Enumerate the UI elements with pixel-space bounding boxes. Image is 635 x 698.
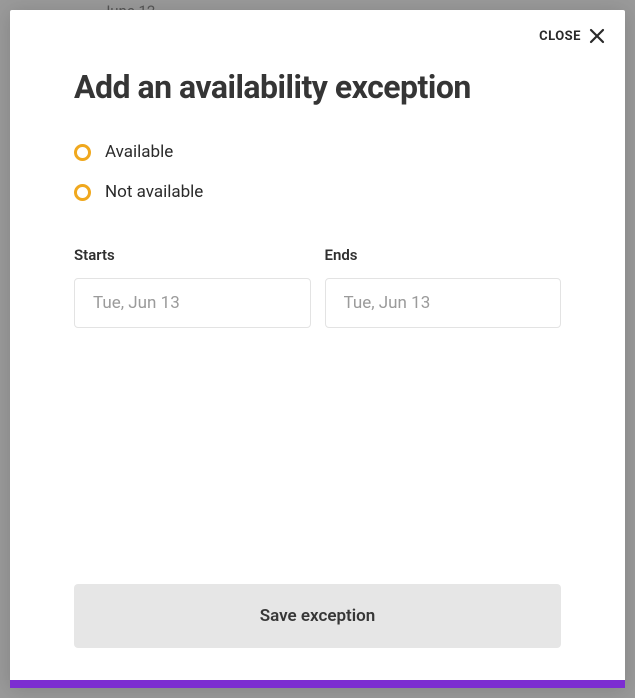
starts-field: Starts (74, 246, 311, 328)
close-button[interactable]: CLOSE (10, 10, 625, 44)
radio-not-available-label: Not available (105, 182, 203, 202)
starts-input[interactable] (74, 278, 311, 328)
close-label: CLOSE (539, 29, 581, 44)
save-exception-button[interactable]: Save exception (74, 584, 561, 648)
availability-exception-modal: CLOSE Add an availability exception Avai… (10, 10, 625, 688)
radio-icon (74, 184, 91, 201)
bottom-accent-bar (10, 680, 625, 688)
date-range-row: Starts Ends (74, 246, 561, 328)
radio-not-available[interactable]: Not available (74, 182, 561, 202)
ends-field: Ends (325, 246, 562, 328)
availability-radio-group: Available Not available (74, 142, 561, 202)
ends-label: Ends (325, 246, 562, 264)
starts-label: Starts (74, 246, 311, 264)
ends-input[interactable] (325, 278, 562, 328)
radio-icon (74, 144, 91, 161)
close-icon (589, 28, 605, 44)
radio-available-label: Available (105, 142, 173, 162)
modal-title: Add an availability exception (74, 68, 561, 106)
radio-available[interactable]: Available (74, 142, 561, 162)
